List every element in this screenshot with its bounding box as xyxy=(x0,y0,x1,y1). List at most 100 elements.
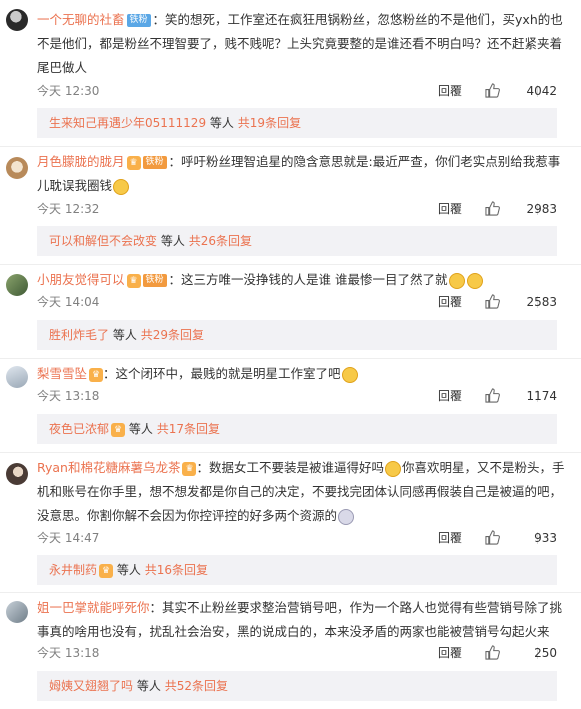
vip-icon: ♛ xyxy=(99,563,114,578)
total-count: 26 xyxy=(200,234,216,248)
sub-reply-user[interactable]: 可以和解但不会改变 xyxy=(49,234,157,248)
total-count: 17 xyxy=(168,422,184,436)
avatar[interactable] xyxy=(6,601,28,623)
like-button[interactable]: 1174 xyxy=(477,387,557,405)
total-replies[interactable]: 共26条回复 xyxy=(189,234,252,248)
avatar[interactable] xyxy=(6,274,28,296)
reply-button[interactable]: 回覆 xyxy=(438,293,462,311)
reply-button[interactable]: 回覆 xyxy=(438,82,462,100)
vip-icon: ♛ xyxy=(182,461,197,476)
timestamp: 今天 14:04 xyxy=(37,295,100,309)
total-count: 29 xyxy=(152,328,168,342)
separator xyxy=(0,452,581,453)
others-label: 等人 xyxy=(116,563,141,577)
total-suffix: 条回复 xyxy=(215,234,252,248)
timestamp: 今天 12:32 xyxy=(37,202,100,216)
reply-button[interactable]: 回覆 xyxy=(438,529,462,547)
username[interactable]: Ryan和棉花糖麻薯乌龙茶 xyxy=(37,460,180,475)
separator xyxy=(0,146,581,147)
thumbs-up-icon xyxy=(485,388,500,403)
comment-meta: 今天 13:18 回覆 1174 xyxy=(37,387,557,405)
username[interactable]: 姐一巴掌就能呼死你 xyxy=(37,600,150,615)
total-replies[interactable]: 共29条回复 xyxy=(141,328,204,342)
sad-emoji-icon xyxy=(448,272,465,289)
separator xyxy=(0,358,581,359)
others-label: 等人 xyxy=(112,328,137,342)
thumbs-up-icon xyxy=(485,201,500,216)
username[interactable]: 小朋友觉得可以 xyxy=(37,272,125,287)
comment-meta: 今天 13:18 回覆 250 xyxy=(37,644,557,662)
sub-reply-user[interactable]: 生来知己再遇少年05111129 xyxy=(49,116,206,130)
timestamp: 今天 13:18 xyxy=(37,389,100,403)
like-button[interactable]: 4042 xyxy=(477,82,557,100)
total-replies[interactable]: 共52条回复 xyxy=(165,679,228,693)
avatar[interactable] xyxy=(6,9,28,31)
total-prefix: 共 xyxy=(188,234,201,248)
separator xyxy=(0,592,581,593)
total-replies[interactable]: 共17条回复 xyxy=(157,422,220,436)
thumbs-up-icon xyxy=(485,83,500,98)
comment-text: 小朋友觉得可以 ♛ 铁粉 ：这三方唯一没挣钱的人是谁 谁最惨一目了然了就 xyxy=(37,268,572,292)
smile-emoji-icon xyxy=(113,178,130,195)
sub-replies-link[interactable]: 永井制药 ♛ 等人 共16条回复 xyxy=(37,555,557,585)
laugh-cry-emoji-icon xyxy=(385,460,401,477)
comment-text: 梨雪雪坠 ♛ ：这个闭环中，最贱的就是明星工作室了吧 xyxy=(37,362,572,386)
like-count: 1174 xyxy=(526,389,557,403)
vip-icon: ♛ xyxy=(111,422,126,437)
sub-replies-link[interactable]: 夜色已浓郁 ♛ 等人 共17条回复 xyxy=(37,414,557,444)
sub-replies-link[interactable]: 可以和解但不会改变 等人 共26条回复 xyxy=(37,226,557,256)
sub-replies-link[interactable]: 姆姨又翅翘了吗 等人 共52条回复 xyxy=(37,671,557,701)
comment-meta: 今天 12:30 回覆 4042 xyxy=(37,82,557,100)
like-count: 250 xyxy=(534,646,557,660)
like-button[interactable]: 250 xyxy=(477,644,557,662)
sad-emoji-icon xyxy=(466,272,483,289)
like-count: 2583 xyxy=(526,295,557,309)
separator xyxy=(0,264,581,265)
avatar[interactable] xyxy=(6,157,28,179)
username[interactable]: 梨雪雪坠 xyxy=(37,366,87,381)
avatar[interactable] xyxy=(6,366,28,388)
reply-button[interactable]: 回覆 xyxy=(438,644,462,662)
total-suffix: 条回复 xyxy=(265,116,302,130)
like-button[interactable]: 2983 xyxy=(477,200,557,218)
total-suffix: 条回复 xyxy=(171,563,208,577)
total-replies[interactable]: 共16条回复 xyxy=(145,563,208,577)
sub-reply-user[interactable]: 姆姨又翅翘了吗 xyxy=(49,679,133,693)
others-label: 等人 xyxy=(160,234,185,248)
others-label: 等人 xyxy=(209,116,234,130)
iron-fan-badge: 铁粉 xyxy=(126,14,151,27)
comment-meta: 今天 12:32 回覆 2983 xyxy=(37,200,557,218)
username[interactable]: 月色朦胧的胧月 xyxy=(37,154,125,169)
comment-text: 姐一巴掌就能呼死你：其实不止粉丝要求整治营销号吧，作为一个路人也觉得有些营销号除… xyxy=(37,596,572,644)
total-prefix: 共 xyxy=(156,422,169,436)
reply-button[interactable]: 回覆 xyxy=(438,387,462,405)
timestamp: 今天 14:47 xyxy=(37,531,100,545)
comment-body: ：这三方唯一没挣钱的人是谁 谁最惨一目了然了就 xyxy=(168,272,448,287)
sub-replies-link[interactable]: 生来知己再遇少年05111129 等人 共19条回复 xyxy=(37,108,557,138)
comment-meta: 今天 14:47 回覆 933 xyxy=(37,529,557,547)
iron-fan-badge: 铁粉 xyxy=(142,274,167,287)
comment-text: Ryan和棉花糖麻薯乌龙茶 ♛ ：数据女工不要装是被谁逼得好吗 你喜欢明星，又不是粉头… xyxy=(37,456,572,528)
username[interactable]: 一个无聊的社畜 xyxy=(37,12,125,27)
comment-body: ：这个闭环中，最贱的就是明星工作室了吧 xyxy=(103,366,341,381)
total-count: 52 xyxy=(176,679,192,693)
others-label: 等人 xyxy=(136,679,161,693)
timestamp: 今天 12:30 xyxy=(37,84,100,98)
sub-reply-user[interactable]: 胜利炸毛了 xyxy=(49,328,109,342)
timestamp: 今天 13:18 xyxy=(37,646,100,660)
total-replies[interactable]: 共19条回复 xyxy=(238,116,301,130)
total-count: 16 xyxy=(156,563,172,577)
sub-reply-user[interactable]: 夜色已浓郁 xyxy=(49,422,109,436)
like-button[interactable]: 2583 xyxy=(477,293,557,311)
total-suffix: 条回复 xyxy=(183,422,220,436)
like-button[interactable]: 933 xyxy=(477,529,557,547)
reply-button[interactable]: 回覆 xyxy=(438,200,462,218)
sub-replies-link[interactable]: 胜利炸毛了 等人 共29条回复 xyxy=(37,320,557,350)
comment-text: 月色朦胧的胧月 ♛ 铁粉 ：呼吁粉丝理智追星的隐含意思就是:最近严查，你们老实点别给我… xyxy=(37,150,572,198)
laugh-emoji-icon xyxy=(341,366,358,383)
total-count: 19 xyxy=(249,116,266,130)
vip-icon: ♛ xyxy=(126,155,141,170)
comment-body: ：数据女工不要装是被谁逼得好吗 xyxy=(196,460,384,475)
sub-reply-user[interactable]: 永井制药 xyxy=(49,563,97,577)
avatar[interactable] xyxy=(6,463,28,485)
